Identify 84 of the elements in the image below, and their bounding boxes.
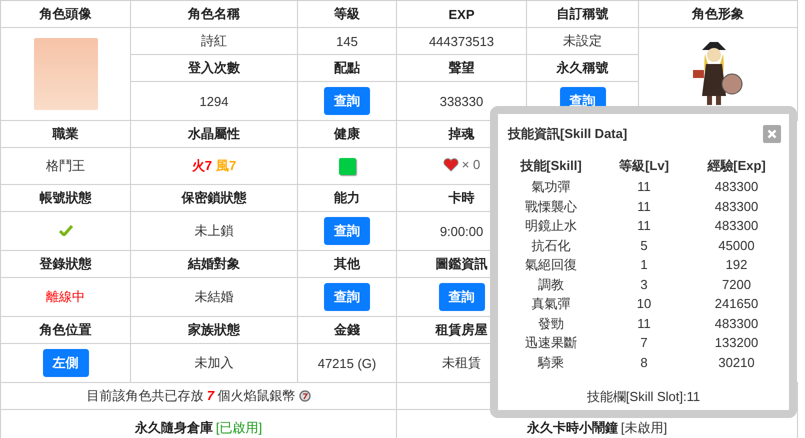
column-header: 帳號狀態: [0, 184, 130, 212]
table-cell-text: 迅速果斷: [524, 334, 578, 352]
storage-label: 永久隨身倉庫: [134, 419, 213, 437]
table-cell-text: 11: [636, 198, 652, 216]
heart-icon: [442, 158, 459, 172]
column-header: EXP: [396, 0, 526, 28]
table-cell-text: 11: [636, 217, 652, 235]
column-header: 等級[Lv]: [618, 157, 670, 175]
column-header: 健康: [298, 120, 396, 148]
column-header: 水晶屬性: [130, 120, 298, 148]
table-cell: 未上鎖: [130, 212, 298, 250]
table-cell-text: 241650: [714, 295, 760, 313]
coin-icon: [298, 390, 311, 402]
table-cell-text: 3: [639, 276, 649, 294]
table-cell: 詩紅: [130, 28, 298, 54]
table-cell-text: 5: [639, 236, 649, 254]
column-header: 角色頭像: [0, 0, 130, 28]
table-cell-text: 明鏡止水: [524, 217, 578, 235]
column-header: 技能[Skill]: [519, 157, 583, 175]
column-header: 能力: [298, 184, 396, 212]
table-cell-text: 483300: [714, 314, 760, 332]
storage-label: 永久卡時小鬧鐘: [526, 419, 618, 437]
table-cell: 離線中: [0, 278, 130, 316]
table-cell-text: 483300: [714, 198, 760, 216]
column-header: 配點: [298, 54, 396, 82]
table-cell-text: 133200: [714, 334, 760, 352]
column-header: 經驗[Exp]: [706, 157, 767, 175]
table-cell-text: 1: [639, 256, 649, 274]
column-header: 家族狀態: [130, 316, 298, 344]
column-header: 等級: [298, 0, 396, 28]
table-cell-text: 192: [724, 256, 748, 274]
table-cell-text: 11: [636, 314, 652, 332]
column-header: 角色形象: [638, 0, 798, 28]
table-cell-text: 抗石化: [530, 236, 572, 254]
table-cell-text: 8: [639, 354, 649, 372]
table-cell-text: 7: [639, 334, 649, 352]
table-cell: 未結婚: [130, 278, 298, 316]
query-button[interactable]: 查詢: [438, 283, 484, 311]
table-cell-text: 11: [636, 178, 652, 196]
table-cell-text: 氣絕回復: [524, 256, 578, 274]
table-cell-text: 真氣彈: [530, 295, 572, 313]
column-header: 角色位置: [0, 316, 130, 344]
column-header: 聲望: [396, 54, 526, 82]
column-header: 自訂稱號: [526, 0, 638, 28]
storage-status: [已啟用]: [216, 419, 262, 437]
table-cell-text: 騎乘: [536, 354, 565, 372]
table-cell-text: 483300: [714, 217, 760, 235]
table-cell-text: 氣功彈: [530, 178, 572, 196]
table-cell-text: 483300: [714, 178, 760, 196]
table-cell-text: 7200: [721, 276, 752, 294]
attribute-label: 火7: [192, 158, 212, 173]
table-cell: 1294: [130, 82, 298, 120]
heart-count: × 0: [462, 157, 480, 172]
close-icon: [767, 129, 777, 139]
attribute-label: 風7: [216, 158, 236, 173]
query-button[interactable]: 查詢: [324, 87, 370, 115]
table-cell-text: 30210: [717, 354, 756, 372]
table-cell: 145: [298, 28, 396, 54]
skill-slot-count: 技能欄[Skill Slot]:11: [586, 388, 702, 406]
table-cell: 未加入: [130, 344, 298, 382]
table-cell-text: 45000: [717, 236, 756, 254]
table-cell-text: 戰慄襲心: [524, 198, 578, 216]
column-header: 角色名稱: [130, 0, 298, 28]
table-cell: 未設定: [526, 28, 638, 54]
table-cell: 47215 (G): [298, 344, 396, 382]
avatar-placeholder: [34, 38, 98, 110]
table-cell: 格鬥王: [0, 148, 130, 184]
query-button[interactable]: 查詢: [324, 283, 370, 311]
query-button[interactable]: 左側: [42, 349, 88, 377]
column-header: 保密鎖狀態: [130, 184, 298, 212]
column-header: 職業: [0, 120, 130, 148]
column-header: 結婚對象: [130, 250, 298, 278]
column-header: 其他: [298, 250, 396, 278]
column-header: 登入次數: [130, 54, 298, 82]
table-cell: 444373513: [396, 28, 526, 54]
table-cell-text: 10: [636, 295, 652, 313]
table-cell-text: 發勁: [537, 314, 565, 332]
close-button[interactable]: [763, 125, 781, 143]
coin-count-note: 目前該角色共已存放 7 個火焰鼠銀幣: [86, 387, 296, 405]
storage-status: [未啟用]: [620, 419, 668, 437]
column-header: 登錄狀態: [0, 250, 130, 278]
table-cell-text: 調教: [537, 276, 565, 294]
query-button[interactable]: 查詢: [324, 217, 370, 245]
column-header: 金錢: [298, 316, 396, 344]
